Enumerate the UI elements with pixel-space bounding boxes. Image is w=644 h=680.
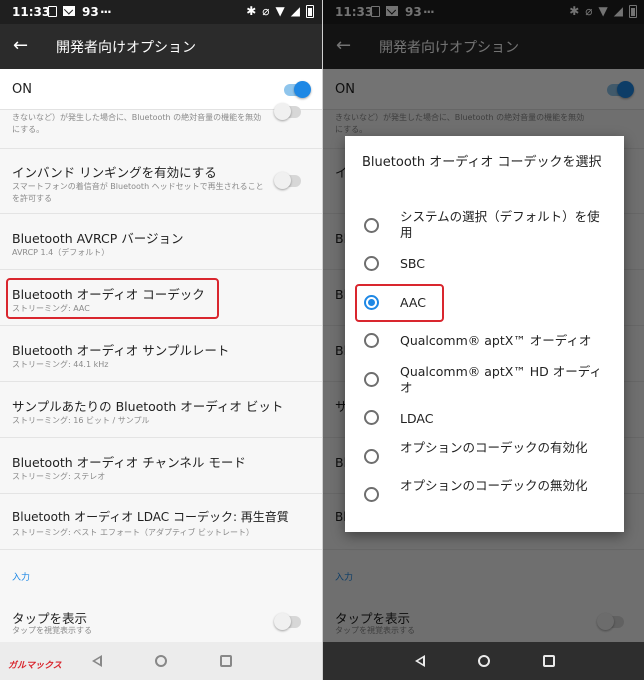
status-temp: 93 [82,5,99,19]
list-item-channel-mode[interactable]: Bluetooth オーディオ チャンネル モード ストリーミング: ステレオ [0,438,322,494]
no-sim-icon: ◢ [290,4,300,18]
toggle-knob [274,613,291,630]
codec-option-system-default[interactable]: システムの選択（デフォルト）を使用 [345,209,624,245]
watermark-logo: ガルマックス [8,661,62,671]
dialog-title: Bluetooth オーディオ コーデックを選択 [362,155,602,170]
codec-option-label: SBC [400,256,426,271]
radio-button[interactable] [364,333,379,348]
nav-recents-icon[interactable] [543,655,555,667]
list-item-inband-ringing[interactable]: インバンド リンギングを有効にする スマートフォンの着信音が Bluetooth… [0,149,322,214]
section-header-input: 入力 [12,573,31,583]
list-item-avrcp-version[interactable]: Bluetooth AVRCP バージョン AVRCP 1.4（デフォルト） [0,214,322,270]
status-bar: 11:33 93 ... ✱ ⌀ ▼ ◢ [0,0,322,24]
codec-option-label: オプションのコーデックの無効化 [400,478,588,493]
codec-highlight-frame [6,278,219,319]
wifi-icon: ▼ [275,4,285,18]
codec-option-disable-optional[interactable]: オプションのコーデックの無効化 [345,478,624,514]
nav-bar: ガルマックス [0,642,322,680]
toggle-knob [274,172,291,189]
absolute-volume-desc: きないなど）が発生した場合に、Bluetooth の絶対音量の機能を無効にする。 [12,113,262,134]
bluetooth-icon: ✱ [246,4,257,18]
codec-option-enable-optional[interactable]: オプションのコーデックの有効化 [345,440,624,476]
ldac-quality-title: Bluetooth オーディオ LDAC コーデック: 再生音質 [12,510,289,524]
back-arrow-icon[interactable]: ← [13,35,28,56]
codec-select-dialog: Bluetooth オーディオ コーデックを選択 システムの選択（デフォルト）を… [345,136,624,532]
codec-option-label: LDAC [400,411,434,426]
codec-dialog-screen: 11:33 93 ... ✱ ⌀ ▼ ◢ ← 開発者向けオプション ON きない… [322,0,644,680]
inband-ringing-title: インバンド リンギングを有効にする [12,165,217,180]
radio-button[interactable] [364,372,379,387]
nav-recents-icon[interactable] [220,655,232,667]
inband-ringing-desc: スマートフォンの着信音が Bluetooth ヘッドセットで再生されることを許可… [12,182,264,203]
list-item-show-taps[interactable]: タップを表示 タップを視覚表示する [0,594,322,644]
inband-ringing-toggle[interactable] [274,172,301,189]
list-item-bits-per-sample[interactable]: サンプルあたりの Bluetooth オーディオ ビット ストリーミング: 16… [0,382,322,438]
codec-option-label: Qualcomm® aptX™ HD オーディオ [400,364,602,395]
mute-icon: ⌀ [262,4,270,18]
master-switch-bar[interactable]: ON [0,69,322,110]
show-taps-desc: タップを視覚表示する [12,626,92,635]
avrcp-version-desc: AVRCP 1.4（デフォルト） [12,248,110,257]
radio-button[interactable] [364,487,379,502]
bits-per-sample-title: サンプルあたりの Bluetooth オーディオ ビット [12,399,284,414]
aac-highlight-frame [355,284,444,322]
status-icons: ✱ ⌀ ▼ ◢ [246,4,314,18]
mail-notification-icon [63,6,75,16]
ldac-quality-desc: ストリーミング: ベスト エフォート（アダプティブ ビットレート） [12,528,255,537]
sample-rate-title: Bluetooth オーディオ サンプルレート [12,343,230,358]
status-more: ... [100,2,112,16]
toggle-knob [294,81,311,98]
nav-home-icon[interactable] [478,655,490,667]
codec-option-label: システムの選択（デフォルト）を使用 [400,209,600,240]
sim-notification-icon [48,6,57,17]
bits-per-sample-desc: ストリーミング: 16 ビット / サンプル [12,416,150,425]
codec-option-aptx-hd[interactable]: Qualcomm® aptX™ HD オーディオ [345,362,624,398]
absolute-volume-toggle[interactable] [274,103,301,120]
radio-button[interactable] [364,449,379,464]
nav-back-icon[interactable] [92,655,102,667]
avrcp-version-title: Bluetooth AVRCP バージョン [12,231,184,246]
nav-home-icon[interactable] [155,655,167,667]
master-toggle[interactable] [284,81,311,98]
codec-option-ldac[interactable]: LDAC [345,409,624,429]
radio-button[interactable] [364,410,379,425]
list-item-sample-rate[interactable]: Bluetooth オーディオ サンプルレート ストリーミング: 44.1 kH… [0,326,322,382]
page-title: 開発者向けオプション [56,40,196,56]
list-item-ldac-quality[interactable]: Bluetooth オーディオ LDAC コーデック: 再生音質 ストリーミング… [0,494,322,550]
settings-screen: 11:33 93 ... ✱ ⌀ ▼ ◢ ← 開発者向けオプション ON きない… [0,0,322,680]
channel-mode-title: Bluetooth オーディオ チャンネル モード [12,455,246,470]
codec-option-label: Qualcomm® aptX™ オーディオ [400,333,592,348]
show-taps-toggle[interactable] [274,613,301,630]
status-time: 11:33 [12,5,51,19]
nav-back-icon[interactable] [415,655,425,667]
sample-rate-desc: ストリーミング: 44.1 kHz [12,360,109,369]
master-switch-label: ON [12,82,32,97]
channel-mode-desc: ストリーミング: ステレオ [12,472,106,481]
radio-button[interactable] [364,256,379,271]
nav-bar [323,642,644,680]
battery-icon [306,4,314,18]
toggle-knob [274,103,291,120]
codec-option-aptx[interactable]: Qualcomm® aptX™ オーディオ [345,331,624,351]
codec-option-label: オプションのコーデックの有効化 [400,440,588,455]
list-item-absolute-volume[interactable]: きないなど）が発生した場合に、Bluetooth の絶対音量の機能を無効にする。 [0,103,322,149]
app-bar: ← 開発者向けオプション [0,24,322,69]
codec-option-sbc[interactable]: SBC [345,254,624,274]
radio-button[interactable] [364,218,379,233]
